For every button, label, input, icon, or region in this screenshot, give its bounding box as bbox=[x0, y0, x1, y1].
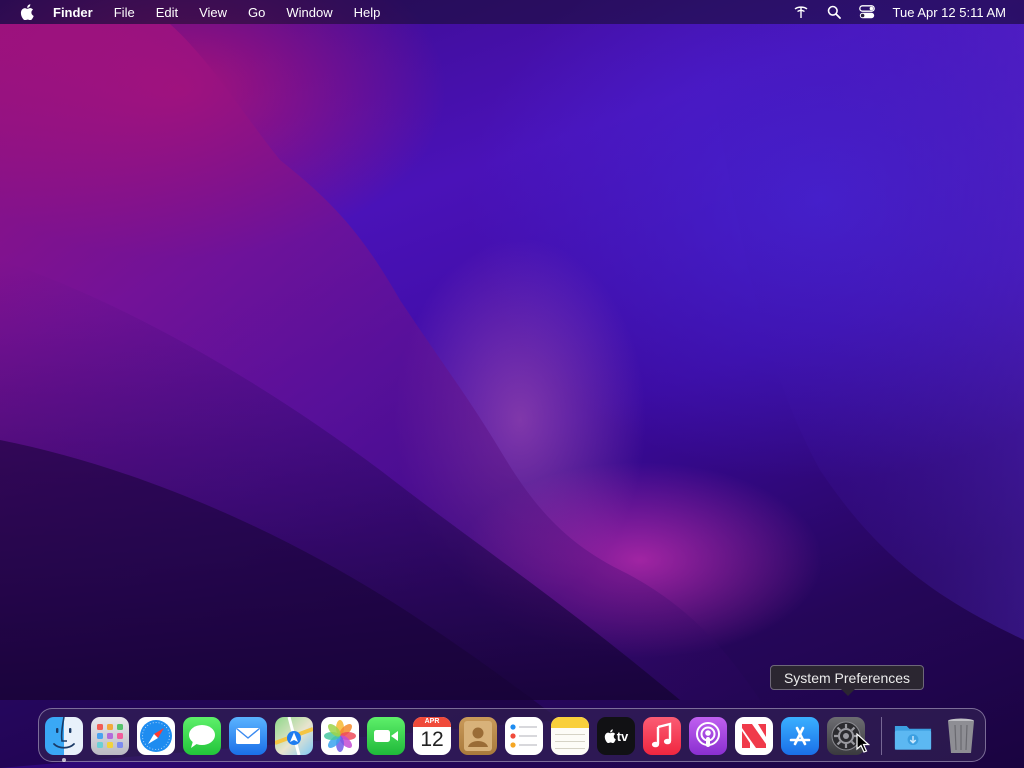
mouse-pointer-icon bbox=[856, 733, 870, 753]
menu-bar-status-area: Tue Apr 12 5:11 AM bbox=[777, 0, 1006, 24]
safari-icon[interactable] bbox=[137, 717, 175, 755]
calendar-month-label: APR bbox=[424, 718, 440, 725]
maps-icon[interactable] bbox=[275, 717, 313, 755]
finder-icon[interactable] bbox=[45, 717, 83, 755]
apple-tv-label: tv bbox=[616, 728, 629, 744]
news-icon[interactable] bbox=[735, 717, 773, 755]
menu-bar: Finder File Edit View Go Window Help Tue… bbox=[0, 0, 1024, 24]
dock-separator bbox=[881, 717, 882, 755]
calendar-icon[interactable]: APR 12 bbox=[413, 717, 451, 755]
menu-go[interactable]: Go bbox=[248, 5, 265, 20]
podcasts-icon[interactable] bbox=[689, 717, 727, 755]
dock: APR 12 tv bbox=[38, 708, 986, 762]
messages-icon[interactable] bbox=[183, 717, 221, 755]
menu-window[interactable]: Window bbox=[286, 5, 332, 20]
wifi-icon[interactable] bbox=[792, 4, 810, 20]
reminders-icon[interactable] bbox=[505, 717, 543, 755]
menu-file[interactable]: File bbox=[114, 5, 135, 20]
menu-view[interactable]: View bbox=[199, 5, 227, 20]
apple-logo-icon bbox=[20, 4, 34, 20]
menu-app-finder[interactable]: Finder bbox=[53, 5, 93, 20]
photos-icon[interactable] bbox=[321, 717, 359, 755]
downloads-folder-icon[interactable] bbox=[894, 717, 932, 755]
launchpad-icon[interactable] bbox=[91, 717, 129, 755]
trash-icon[interactable] bbox=[942, 717, 980, 755]
menu-edit[interactable]: Edit bbox=[156, 5, 178, 20]
calendar-day-label: 12 bbox=[420, 728, 444, 751]
dock-tooltip: System Preferences bbox=[770, 665, 924, 696]
contacts-icon[interactable] bbox=[459, 717, 497, 755]
search-icon[interactable] bbox=[825, 4, 843, 20]
wallpaper-ridge-shapes bbox=[0, 24, 1024, 768]
music-icon[interactable] bbox=[643, 717, 681, 755]
menu-help[interactable]: Help bbox=[354, 5, 381, 20]
menu-bar-clock[interactable]: Tue Apr 12 5:11 AM bbox=[893, 5, 1006, 20]
apple-menu[interactable] bbox=[19, 4, 35, 20]
notes-icon[interactable] bbox=[551, 717, 589, 755]
mail-icon[interactable] bbox=[229, 717, 267, 755]
dock-tooltip-label: System Preferences bbox=[783, 669, 911, 686]
apple-tv-icon[interactable]: tv bbox=[597, 717, 635, 755]
facetime-icon[interactable] bbox=[367, 717, 405, 755]
app-store-icon[interactable] bbox=[781, 717, 819, 755]
finder-running-indicator bbox=[62, 758, 66, 762]
control-center-icon[interactable] bbox=[858, 4, 876, 20]
